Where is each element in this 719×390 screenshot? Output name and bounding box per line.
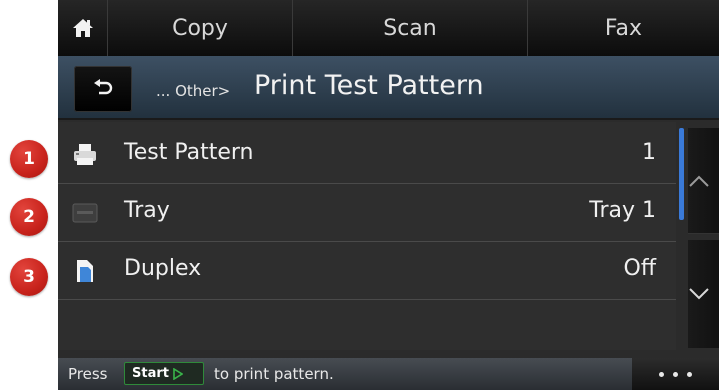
- row-value: 1: [642, 140, 656, 165]
- scroll-down-button[interactable]: [688, 240, 719, 348]
- more-dot-icon: [687, 371, 692, 377]
- callout-3: 3: [10, 258, 48, 296]
- breadcrumb[interactable]: ... Other>: [156, 82, 230, 100]
- more-options-button[interactable]: [632, 358, 719, 390]
- settings-list: Test Pattern 1 Tray Tray 1 Duplex Off: [58, 122, 676, 350]
- chevron-up-icon: [689, 175, 709, 187]
- tab-fax[interactable]: Fax: [528, 0, 719, 56]
- tab-copy[interactable]: Copy: [108, 0, 293, 56]
- more-dot-icon: [659, 371, 664, 377]
- page-title: Print Test Pattern: [254, 70, 484, 101]
- status-text-rest: to print pattern.: [214, 365, 334, 383]
- row-label: Test Pattern: [124, 140, 254, 165]
- list-item-tray[interactable]: Tray Tray 1: [58, 184, 676, 242]
- row-label: Duplex: [124, 256, 202, 281]
- device-screen: Copy Scan Fax ... Other> Print Test Patt…: [58, 0, 719, 390]
- tray-icon: [72, 203, 98, 223]
- status-bar: Press Start to print pattern.: [58, 358, 719, 390]
- scroll-up-button[interactable]: [688, 128, 719, 234]
- home-button[interactable]: [58, 0, 108, 56]
- tab-scan[interactable]: Scan: [293, 0, 528, 56]
- start-badge: Start: [124, 362, 204, 385]
- list-item-duplex[interactable]: Duplex Off: [58, 242, 676, 300]
- back-arrow-icon: [94, 79, 113, 95]
- row-value: Tray 1: [589, 198, 656, 223]
- list-item-test-pattern[interactable]: Test Pattern 1: [58, 126, 676, 184]
- scroll-indicator[interactable]: [679, 128, 684, 220]
- start-label: Start: [132, 366, 169, 381]
- top-tab-bar: Copy Scan Fax: [58, 0, 719, 56]
- more-dot-icon: [673, 371, 678, 377]
- back-button[interactable]: [74, 66, 132, 112]
- row-value: Off: [623, 256, 656, 281]
- row-label: Tray: [124, 198, 170, 223]
- home-icon: [72, 19, 93, 37]
- title-bar: ... Other> Print Test Pattern: [58, 56, 719, 120]
- status-text-press: Press: [68, 365, 108, 383]
- chevron-down-icon: [689, 288, 709, 300]
- duplex-icon: [77, 260, 93, 282]
- callout-1: 1: [10, 140, 48, 178]
- printer-icon: [74, 144, 96, 165]
- callout-2: 2: [10, 198, 48, 236]
- play-icon: [173, 367, 183, 380]
